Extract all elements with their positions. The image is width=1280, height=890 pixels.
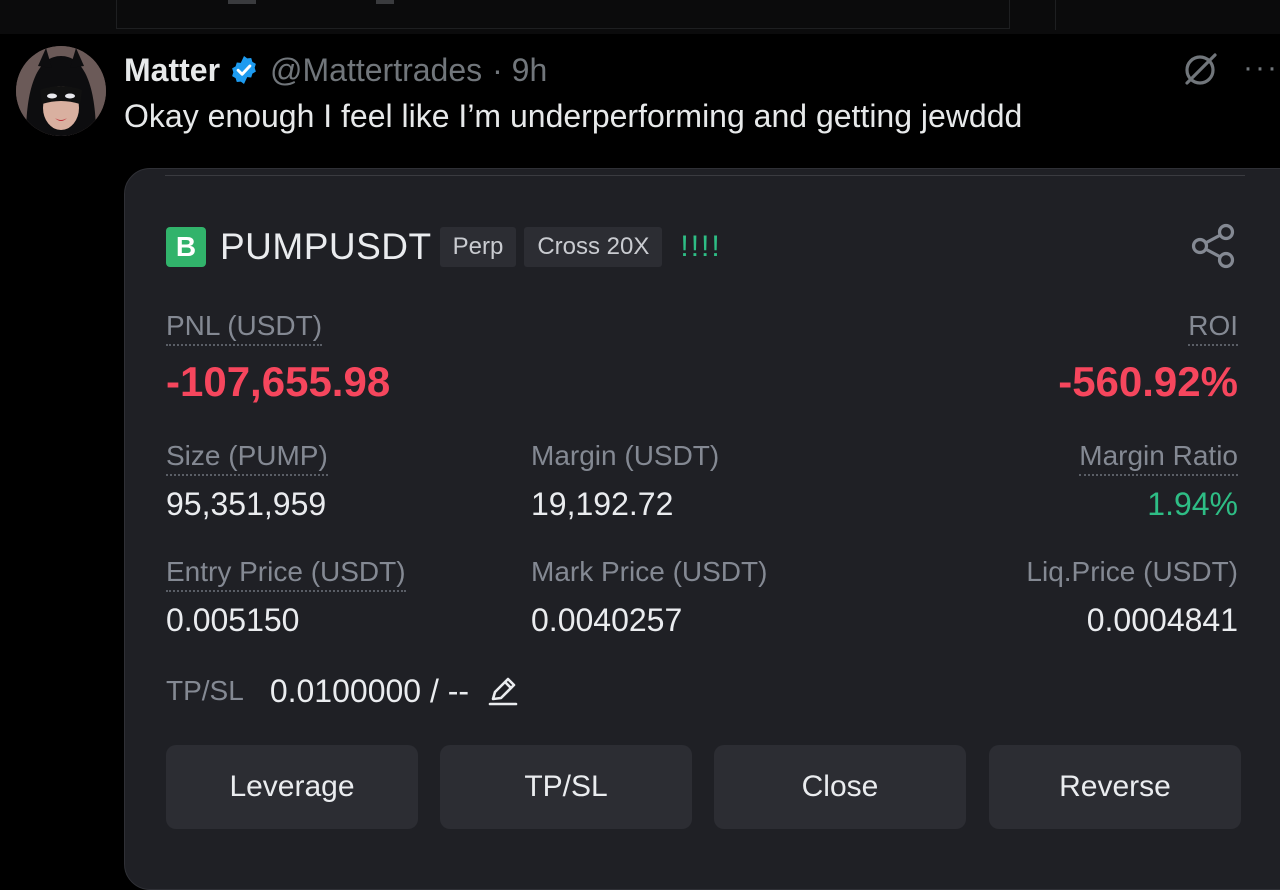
margin-value: 19,192.72 <box>531 486 674 522</box>
exchange-logo-icon: B <box>166 227 206 267</box>
tweet-timestamp[interactable]: · 9h <box>492 52 547 89</box>
previous-tweet-fragment <box>228 0 256 4</box>
previous-tweet-edge <box>1055 0 1280 30</box>
symbol-row: B PUMPUSDT Perp Cross 20X !!!! <box>166 224 722 270</box>
margin-mode-tag: Cross 20X <box>524 227 663 267</box>
edit-icon[interactable] <box>485 673 521 709</box>
entry-price-value: 0.005150 <box>166 602 300 638</box>
roi-label: ROI <box>1188 310 1238 346</box>
avatar[interactable] <box>16 46 106 136</box>
tweet-header: Matter @Mattertrades · 9h <box>124 50 547 90</box>
verified-badge-icon <box>228 54 260 86</box>
tpsl-label: TP/SL <box>166 675 244 706</box>
user-handle[interactable]: @Mattertrades <box>270 52 482 89</box>
reverse-button[interactable]: Reverse <box>989 745 1241 829</box>
risk-alert-indicator: !!!! <box>680 230 722 263</box>
tpsl-row: TP/SL 0.0100000 / -- <box>166 670 521 712</box>
tpsl-value: 0.0100000 / -- <box>269 672 470 709</box>
pnl-value: -107,655.98 <box>166 358 391 405</box>
pnl-label: PNL (USDT) <box>166 310 323 346</box>
grok-icon[interactable] <box>1182 50 1220 88</box>
previous-tweet-media <box>116 0 1010 29</box>
leverage-button[interactable]: Leverage <box>166 745 418 829</box>
mark-price-label: Mark Price (USDT) <box>531 556 768 587</box>
margin-ratio-label: Margin Ratio <box>1079 440 1238 476</box>
share-icon[interactable] <box>1190 222 1238 270</box>
symbol-name: PUMPUSDT <box>220 226 432 267</box>
mark-price-value: 0.0040257 <box>531 602 683 638</box>
roi-value: -560.92% <box>1058 358 1238 405</box>
card-divider <box>165 175 1245 176</box>
margin-label: Margin (USDT) <box>531 440 720 471</box>
entry-price-label: Entry Price (USDT) <box>166 556 406 592</box>
size-value: 95,351,959 <box>166 486 327 522</box>
size-label: Size (PUMP) <box>166 440 328 476</box>
liq-price-label: Liq.Price (USDT) <box>1026 556 1238 587</box>
liq-price-value: 0.0004841 <box>1086 602 1238 638</box>
more-icon[interactable]: ··· <box>1243 53 1279 83</box>
tweet-text: Okay enough I feel like I’m underperform… <box>124 98 1023 134</box>
contract-type-tag: Perp <box>439 227 517 267</box>
close-button[interactable]: Close <box>714 745 966 829</box>
tpsl-button[interactable]: TP/SL <box>440 745 692 829</box>
display-name[interactable]: Matter <box>124 52 220 89</box>
previous-tweet-strip <box>0 0 1280 34</box>
previous-tweet-fragment <box>376 0 394 4</box>
margin-ratio-value: 1.94% <box>1147 486 1238 522</box>
